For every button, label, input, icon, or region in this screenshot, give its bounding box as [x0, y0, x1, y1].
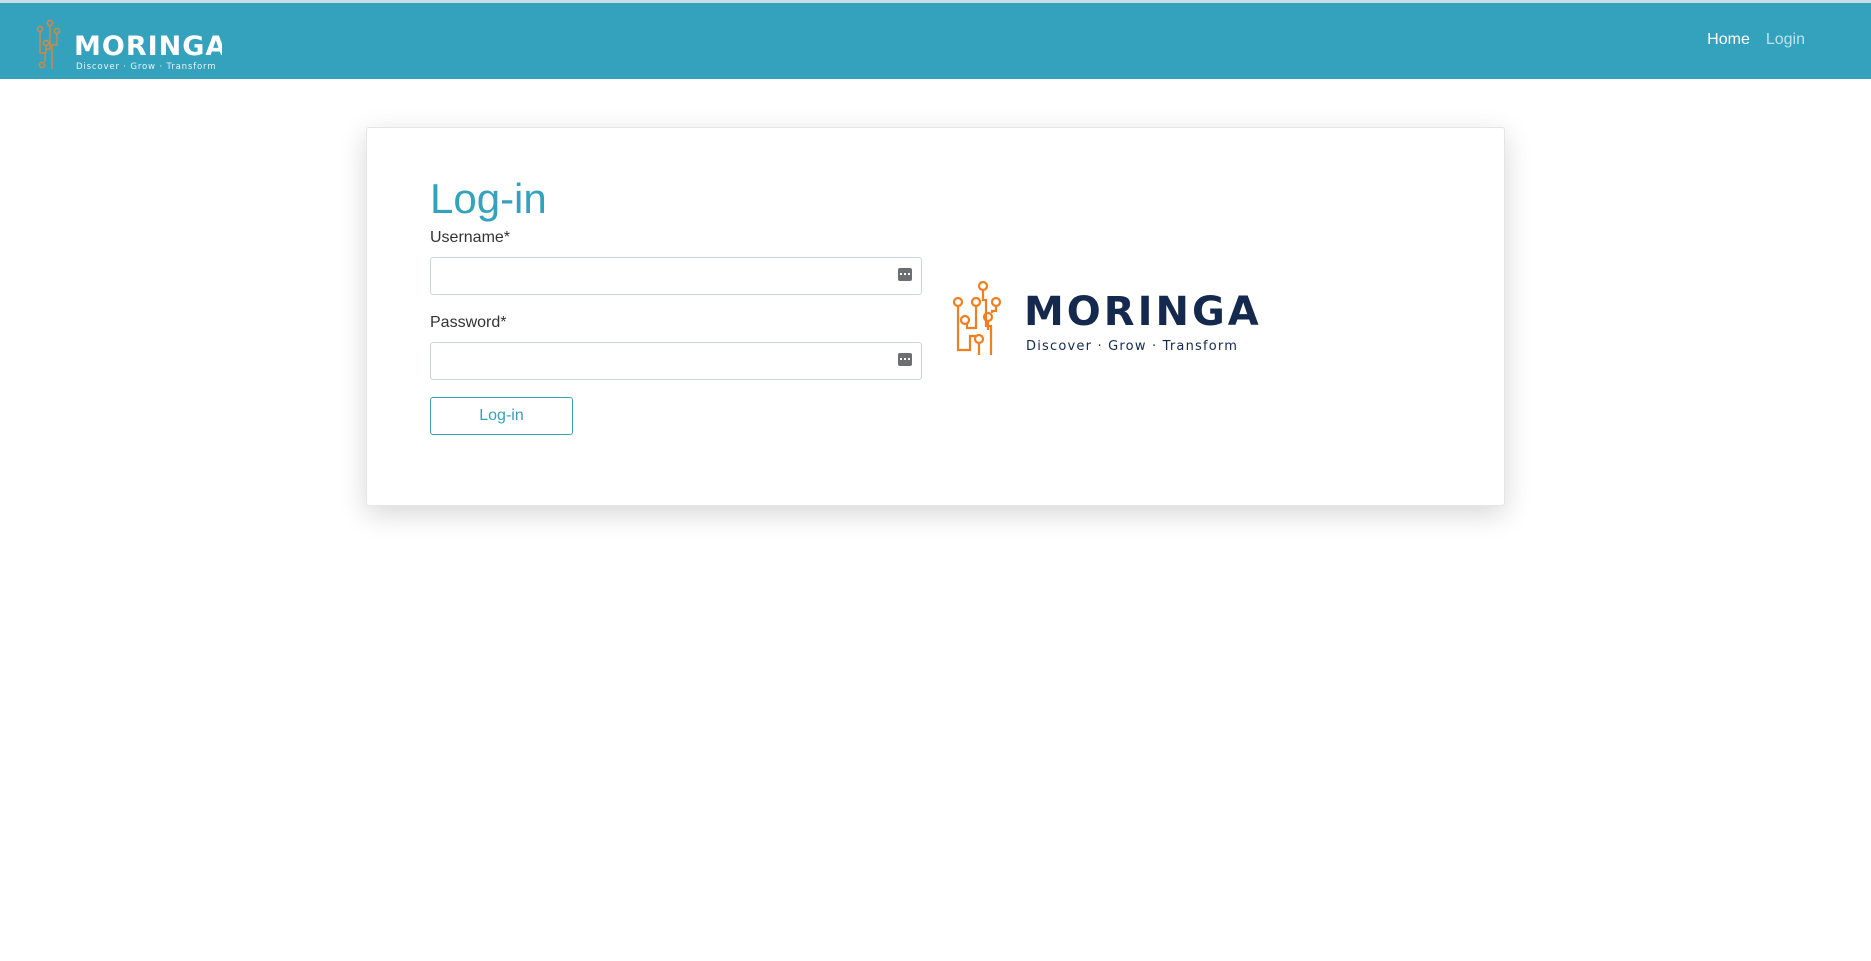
nav-login-link[interactable]: Login: [1766, 31, 1805, 49]
moringa-card-logo: MORINGA Discover · Grow · Transform: [950, 278, 1280, 360]
svg-text:Discover · Grow · Transform: Discover · Grow · Transform: [76, 62, 216, 72]
login-card: Log-in Username* Password* Log-in MORING…: [366, 127, 1505, 506]
main-nav: Home Login: [1707, 31, 1805, 49]
username-field-wrapper: [430, 257, 922, 295]
page-title: Log-in: [430, 175, 547, 222]
moringa-logo-icon: MORINGA Discover · Grow · Transform: [36, 19, 222, 72]
password-manager-icon[interactable]: [898, 268, 912, 281]
password-input[interactable]: [430, 342, 922, 380]
username-input[interactable]: [430, 257, 922, 295]
login-form: Log-in Username* Password* Log-in: [430, 176, 922, 435]
password-manager-icon[interactable]: [898, 353, 912, 366]
username-label: Username*: [430, 229, 511, 246]
navbar: MORINGA Discover · Grow · Transform Home…: [0, 3, 1871, 79]
svg-text:MORINGA: MORINGA: [1024, 289, 1262, 335]
login-button[interactable]: Log-in: [430, 397, 573, 435]
brand-logo[interactable]: MORINGA Discover · Grow · Transform: [32, 13, 222, 73]
svg-text:MORINGA: MORINGA: [74, 31, 222, 62]
password-field-wrapper: [430, 342, 922, 380]
svg-text:Discover · Grow · Transform: Discover · Grow · Transform: [1026, 339, 1238, 354]
moringa-logo-icon: MORINGA Discover · Grow · Transform: [952, 280, 1262, 355]
password-label: Password*: [430, 314, 507, 331]
nav-home-link[interactable]: Home: [1707, 31, 1750, 49]
